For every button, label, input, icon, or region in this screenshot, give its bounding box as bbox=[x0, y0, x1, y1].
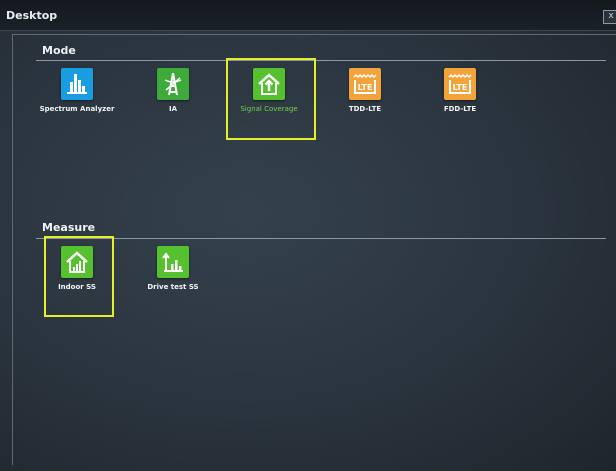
desktop-window: Desktop x Mode Spectrum Analyzer IA Sign… bbox=[0, 0, 616, 471]
app-label: TDD-LTE bbox=[348, 105, 382, 113]
svg-text:LTE: LTE bbox=[453, 83, 468, 92]
app-label: Drive test SS bbox=[147, 283, 199, 291]
indoor-house-icon bbox=[61, 246, 93, 278]
app-signal-coverage[interactable]: Signal Coverage bbox=[224, 68, 314, 113]
interference-icon bbox=[157, 68, 189, 100]
window-title: Desktop bbox=[6, 9, 58, 22]
close-button[interactable]: x bbox=[603, 10, 616, 24]
mode-divider bbox=[36, 60, 606, 61]
title-bar: Desktop x bbox=[0, 0, 616, 31]
app-label: FDD-LTE bbox=[443, 105, 477, 113]
house-up-icon bbox=[253, 68, 285, 100]
app-fdd-lte[interactable]: LTE FDD-LTE bbox=[415, 68, 505, 113]
app-label: Signal Coverage bbox=[240, 105, 298, 113]
app-spectrum-analyzer[interactable]: Spectrum Analyzer bbox=[32, 68, 122, 113]
lte-icon: LTE bbox=[444, 68, 476, 100]
svg-text:LTE: LTE bbox=[358, 83, 373, 92]
app-label: Spectrum Analyzer bbox=[39, 105, 115, 113]
app-tdd-lte[interactable]: LTE TDD-LTE bbox=[320, 68, 410, 113]
measure-divider bbox=[36, 238, 606, 239]
app-label: Indoor SS bbox=[58, 283, 96, 291]
mode-heading: Mode bbox=[42, 44, 76, 57]
app-drive-test-ss[interactable]: Drive test SS bbox=[128, 246, 218, 291]
measure-heading: Measure bbox=[42, 221, 96, 234]
spectrum-icon bbox=[61, 68, 93, 100]
app-indoor-ss[interactable]: Indoor SS bbox=[32, 246, 122, 291]
app-ia[interactable]: IA bbox=[128, 68, 218, 113]
drive-test-icon bbox=[157, 246, 189, 278]
app-label: IA bbox=[168, 105, 178, 113]
lte-icon: LTE bbox=[349, 68, 381, 100]
